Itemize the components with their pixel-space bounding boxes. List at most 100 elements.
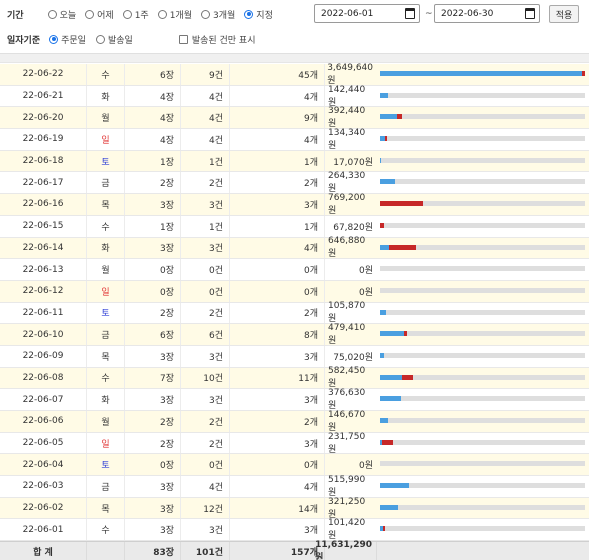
amount-bar [380,194,585,215]
weekday-cell: 수 [87,519,125,541]
amount-cell: 17,070원 [333,157,373,168]
weekday-cell: 화 [87,85,125,107]
basis-radio-ship-date[interactable]: 발송일 [95,33,133,46]
date-cell: 22-06-14 [0,237,87,259]
period-radio-yesterday[interactable]: 어제 [85,8,114,21]
basis-radio-order-date[interactable]: 주문일 [49,33,86,46]
calendar-icon[interactable] [405,8,415,19]
apply-button[interactable]: 적용 [549,5,579,23]
date-cell: 22-06-18 [0,150,87,172]
gun-count-cell: 2건 [181,432,230,454]
bar-blue-segment [380,352,384,358]
table-row: 22-06-09 목 3장 3건 3개 75,020원 [0,345,589,368]
table-row: 22-06-10 금 6장 6건 8개 479,410원 [0,323,589,346]
gun-count-cell: 2건 [181,172,230,194]
table-row: 22-06-17 금 2장 2건 2개 264,330원 [0,171,589,194]
weekday-cell: 일 [87,432,125,454]
period-radio-today[interactable]: 오늘 [47,8,76,21]
bar-blue-segment [380,309,386,315]
date-cell: 22-06-21 [0,85,87,107]
amount-bar [380,259,585,280]
bar-track [380,179,585,185]
weekday-cell: 화 [87,389,125,410]
gun-count-cell: 0건 [181,259,230,280]
jang-count-cell: 2장 [125,302,181,324]
jang-count-cell: 4장 [125,85,181,107]
period-radio-1week[interactable]: 1주 [122,8,149,21]
amount-cell: 515,990원 [328,474,366,498]
table-row: 22-06-12 일 0장 0건 0개 0원 [0,280,589,303]
bar-track [380,352,585,358]
bar-track [380,157,585,163]
amount-cell: 101,420원 [328,518,366,542]
bar-red-segment [383,526,385,532]
gun-count-cell: 1건 [181,150,230,172]
amount-bar [380,172,585,193]
gun-count-cell: 2건 [181,411,230,432]
date-cell: 22-06-15 [0,215,87,237]
bar-track [380,526,585,532]
amount-cell: 376,630원 [328,388,366,412]
date-cell: 22-06-11 [0,302,87,324]
gae-count-cell: 9개 [230,107,325,129]
calendar-icon[interactable] [525,8,535,19]
date-from-input[interactable]: 2022-06-01 [314,4,420,23]
period-radio-1month[interactable]: 1개월 [157,8,192,21]
period-radio-3month[interactable]: 3개월 [201,8,235,21]
amount-bar [380,476,585,497]
date-to-input[interactable]: 2022-06-30 [434,4,540,23]
gun-count-cell: 4건 [181,129,230,150]
amount-bar [380,107,585,128]
total-gae: 157개 [230,542,325,560]
total-label: 합 계 [0,542,87,560]
amount-cell: 646,880원 [328,236,366,260]
gae-count-cell: 1개 [230,150,325,172]
basis-row: 일자기준 주문일 발송일 발송된 건만 표시 [0,29,256,49]
period-radio-custom[interactable]: 지정 [244,8,273,21]
gun-count-cell: 6건 [181,324,230,345]
weekday-cell: 토 [87,150,125,172]
amount-cell: 134,340원 [328,127,366,151]
date-cell: 22-06-03 [0,476,87,497]
date-cell: 22-06-17 [0,172,87,194]
gun-count-cell: 3건 [181,389,230,410]
radio-selected-icon [49,34,59,44]
amount-cell: 0원 [358,461,373,472]
total-amount: 11,631,290원 [315,540,377,560]
bar-track [380,309,585,315]
gun-count-cell: 3건 [181,237,230,259]
jang-count-cell: 6장 [125,324,181,345]
total-row: 합 계 83장 101건 157개 11,631,290원 [0,540,589,560]
date-cell: 22-06-13 [0,259,87,280]
weekday-cell: 화 [87,237,125,259]
amount-bar [380,281,585,302]
gae-count-cell: 4개 [230,85,325,107]
bar-red-segment [382,439,393,445]
bar-blue-segment [380,331,404,337]
date-cell: 22-06-06 [0,411,87,432]
jang-count-cell: 0장 [125,259,181,280]
period-label: 기간 [7,10,24,21]
amount-bar [380,216,585,237]
amount-cell: 0원 [358,287,373,298]
gae-count-cell: 11개 [230,367,325,389]
date-cell: 22-06-04 [0,454,87,476]
weekday-cell: 일 [87,129,125,150]
table-row: 22-06-16 목 3장 3건 3개 769,200원 [0,193,589,216]
bar-track [380,266,585,272]
gun-count-cell: 4건 [181,85,230,107]
date-cell: 22-06-19 [0,129,87,150]
radio-icon [85,9,95,19]
amount-cell: 321,250원 [328,496,366,520]
amount-cell: 0원 [358,266,373,277]
gae-count-cell: 0개 [230,259,325,280]
bar-blue-segment [380,71,582,76]
amount-bar [380,151,585,172]
jang-count-cell: 3장 [125,194,181,215]
gae-count-cell: 4개 [230,129,325,150]
shipped-only-checkbox[interactable]: 발송된 건만 표시 [178,33,256,46]
date-cell: 22-06-02 [0,497,87,519]
radio-icon [201,9,210,19]
table-header-strip [0,53,589,63]
bar-track [380,461,585,467]
